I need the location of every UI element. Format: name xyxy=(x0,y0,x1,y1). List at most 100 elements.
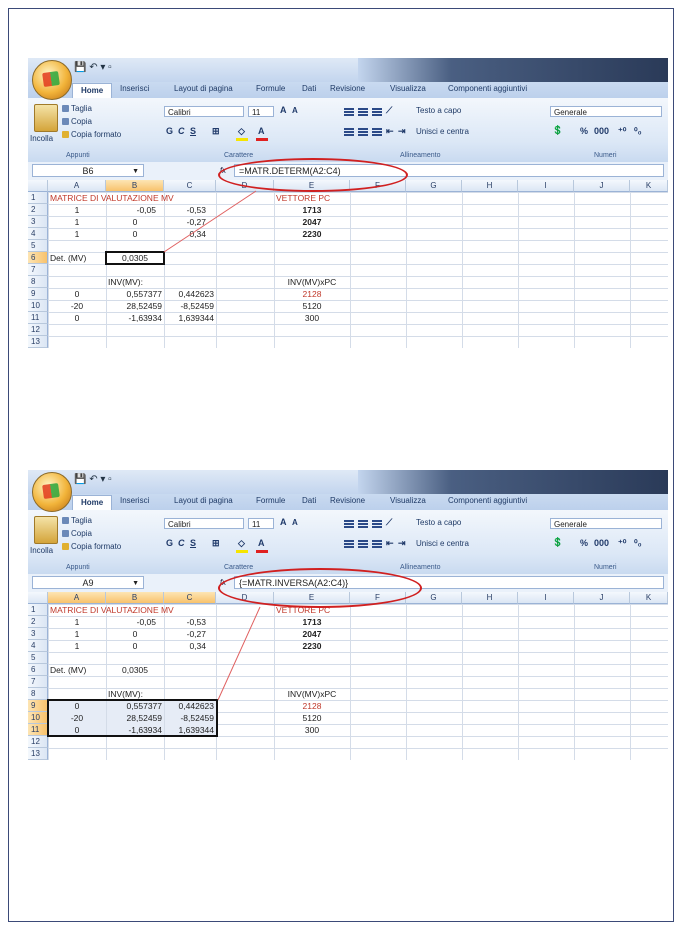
currency-icon[interactable]: 💲 xyxy=(552,537,563,548)
font-size-select[interactable]: 11 xyxy=(248,106,274,117)
cell-c10[interactable]: -8,52459 xyxy=(164,300,216,312)
row-header[interactable]: 8 xyxy=(28,688,48,700)
percent-icon[interactable]: % xyxy=(580,126,588,136)
wrap-text-button[interactable]: Testo a capo xyxy=(416,518,461,527)
cell-c3[interactable]: -0,27 xyxy=(164,628,208,640)
indent-icon[interactable]: ⇤ xyxy=(386,538,394,549)
tab-addins[interactable]: Componenti aggiuntivi xyxy=(448,496,527,505)
tab-home[interactable]: Home xyxy=(72,83,113,99)
underline-icon[interactable]: S xyxy=(190,126,196,136)
format-painter-button[interactable]: Copia formato xyxy=(62,542,121,551)
copy-button[interactable]: Copia xyxy=(62,529,92,538)
merge-center-button[interactable]: Unisci e centra xyxy=(416,539,469,548)
row-header[interactable]: 4 xyxy=(28,228,48,240)
cell-e3[interactable]: 2047 xyxy=(274,216,350,228)
cell-a3[interactable]: 1 xyxy=(48,628,106,640)
cell-a6[interactable]: Det. (MV) xyxy=(48,664,88,676)
paste-button[interactable]: Incolla xyxy=(30,134,53,143)
font-name-select[interactable]: Calibri xyxy=(164,518,244,529)
shrink-font-icon[interactable]: A xyxy=(292,106,298,115)
row-header[interactable]: 10 xyxy=(28,300,48,312)
cell-c4[interactable]: 0,34 xyxy=(164,640,208,652)
indent-icon[interactable]: ⇤ xyxy=(386,126,394,137)
cell-c2[interactable]: -0,53 xyxy=(164,616,208,628)
cell-e8[interactable]: INV(MV)xPC xyxy=(274,688,350,700)
cut-button[interactable]: Taglia xyxy=(62,104,92,113)
number-format-select[interactable]: Generale xyxy=(550,106,662,117)
orientation-icon[interactable]: ⟋ xyxy=(386,517,392,528)
row-header[interactable]: 7 xyxy=(28,676,48,688)
align-middle-icon[interactable] xyxy=(358,520,368,528)
currency-icon[interactable]: 💲 xyxy=(552,125,563,136)
row-header[interactable]: 1 xyxy=(28,192,48,204)
grow-font-icon[interactable]: A xyxy=(280,105,287,115)
font-name-select[interactable]: Calibri xyxy=(164,106,244,117)
paste-icon[interactable] xyxy=(34,104,58,132)
cell-a2[interactable]: 1 xyxy=(48,204,106,216)
cell-e10[interactable]: 5120 xyxy=(274,712,350,724)
align-bottom-icon[interactable] xyxy=(372,520,382,528)
paste-button[interactable]: Incolla xyxy=(30,546,53,555)
cell-e2[interactable]: 1713 xyxy=(274,204,350,216)
cell-e9[interactable]: 2128 xyxy=(274,700,350,712)
font-color-icon[interactable]: A xyxy=(258,126,265,136)
decrease-decimal-icon[interactable]: ⁰₀ xyxy=(634,126,642,137)
cell-a11[interactable]: 0 xyxy=(48,312,106,324)
name-box[interactable]: A9 ▼ xyxy=(32,576,144,589)
align-left-icon[interactable] xyxy=(344,128,354,136)
cell-c9[interactable]: 0,442623 xyxy=(164,288,216,300)
column-header[interactable]: A xyxy=(48,180,106,192)
cell-b4[interactable]: 0 xyxy=(106,640,164,652)
row-header[interactable]: 12 xyxy=(28,324,48,336)
font-color-icon[interactable]: A xyxy=(258,538,265,548)
align-right-icon[interactable] xyxy=(372,128,382,136)
column-header[interactable]: A xyxy=(48,592,106,604)
row-header[interactable]: 2 xyxy=(28,616,48,628)
cell-c11[interactable]: 1,639344 xyxy=(164,312,216,324)
align-right-icon[interactable] xyxy=(372,540,382,548)
row-header[interactable]: 12 xyxy=(28,736,48,748)
cell-e9[interactable]: 2128 xyxy=(274,288,350,300)
row-header[interactable]: 6 xyxy=(28,252,48,264)
row-header[interactable]: 13 xyxy=(28,336,48,348)
tab-addins[interactable]: Componenti aggiuntivi xyxy=(448,84,527,93)
merge-center-button[interactable]: Unisci e centra xyxy=(416,127,469,136)
increase-decimal-icon[interactable]: ⁺⁰ xyxy=(618,126,626,137)
cell-a3[interactable]: 1 xyxy=(48,216,106,228)
tab-view[interactable]: Visualizza xyxy=(390,84,426,93)
worksheet-grid[interactable]: A B C D E F G H I J K 1 2 3 4 5 6 7 8 9 … xyxy=(28,592,668,854)
cell-a9[interactable]: 0 xyxy=(48,288,106,300)
decrease-decimal-icon[interactable]: ⁰₀ xyxy=(634,538,642,549)
name-box[interactable]: B6 ▼ xyxy=(32,164,144,177)
borders-icon[interactable]: ⊞ xyxy=(212,126,220,137)
column-header[interactable]: H xyxy=(462,592,518,604)
cell-e11[interactable]: 300 xyxy=(274,312,350,324)
row-header[interactable]: 7 xyxy=(28,264,48,276)
column-header[interactable]: I xyxy=(518,592,574,604)
format-painter-button[interactable]: Copia formato xyxy=(62,130,121,139)
cut-button[interactable]: Taglia xyxy=(62,516,92,525)
italic-icon[interactable]: C xyxy=(178,538,185,548)
office-button-icon[interactable] xyxy=(32,60,72,100)
cell-b10[interactable]: 28,52459 xyxy=(106,300,164,312)
cell-a1[interactable]: MATRICE DI VALUTAZIONE MV xyxy=(48,192,176,204)
column-header[interactable]: C xyxy=(164,592,216,604)
cell-e4[interactable]: 2230 xyxy=(274,228,350,240)
cell-e8[interactable]: INV(MV)xPC xyxy=(274,276,350,288)
select-all-corner[interactable] xyxy=(28,592,48,604)
fill-color-icon[interactable]: ◇ xyxy=(238,126,245,137)
cell-b11[interactable]: -1,63934 xyxy=(106,312,164,324)
cell-e10[interactable]: 5120 xyxy=(274,300,350,312)
row-header[interactable]: 11 xyxy=(28,724,48,736)
column-header[interactable]: H xyxy=(462,180,518,192)
comma-icon[interactable]: 000 xyxy=(594,126,609,136)
cell-c3[interactable]: -0,27 xyxy=(164,216,208,228)
percent-icon[interactable]: % xyxy=(580,538,588,548)
paste-icon[interactable] xyxy=(34,516,58,544)
bold-icon[interactable]: G xyxy=(166,126,173,136)
row-header[interactable]: 3 xyxy=(28,628,48,640)
row-header[interactable]: 9 xyxy=(28,700,48,712)
row-header[interactable]: 5 xyxy=(28,652,48,664)
italic-icon[interactable]: C xyxy=(178,126,185,136)
orientation-icon[interactable]: ⟋ xyxy=(386,105,392,116)
